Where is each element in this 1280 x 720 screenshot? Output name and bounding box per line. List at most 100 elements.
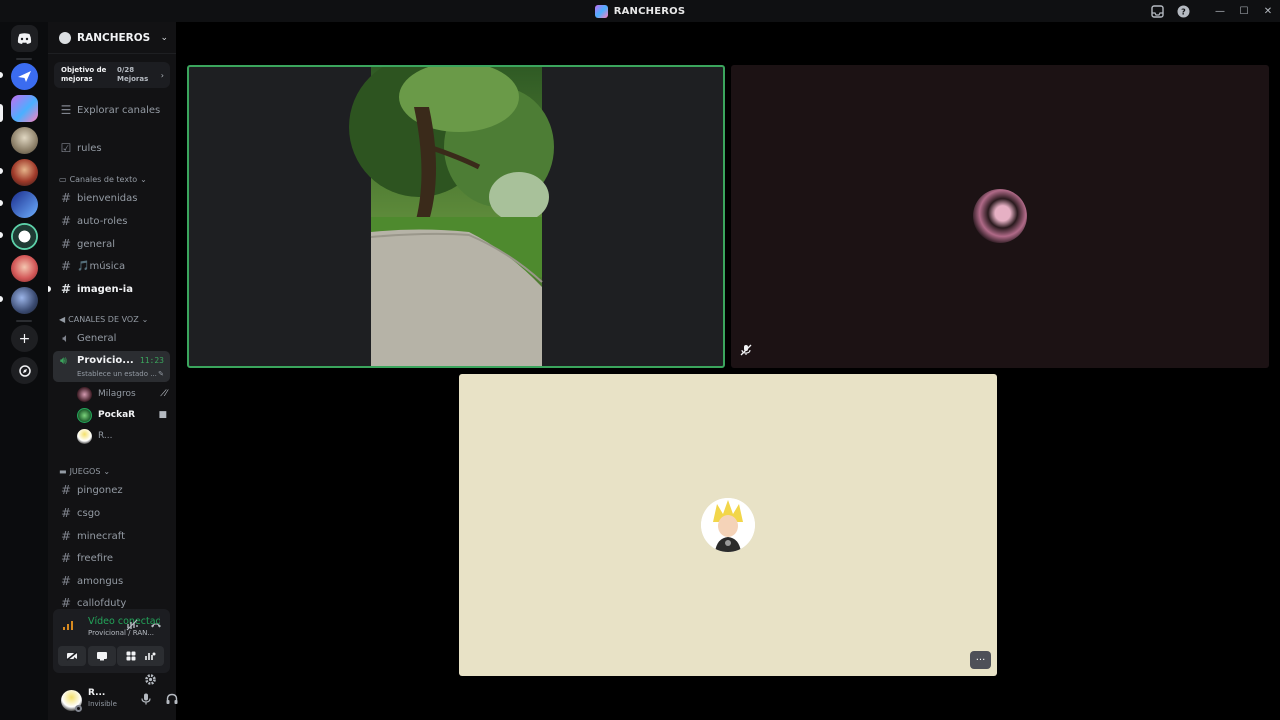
channel-name: callofduty (77, 597, 127, 609)
signal-icon[interactable] (63, 620, 73, 633)
hash-icon: # (60, 529, 72, 543)
voice-user-self[interactable]: R... (77, 426, 171, 446)
speaker-icon: ◀ (59, 315, 66, 324)
avatar (77, 407, 92, 423)
channel-name: freefire (77, 552, 114, 564)
channel-imagen-ia[interactable]: # imagen-ia (53, 279, 171, 299)
channel-freefire[interactable]: # freefire (53, 548, 171, 568)
video-tile-self[interactable]: ··· (459, 374, 997, 676)
hash-icon: # (60, 282, 72, 296)
add-server-icon[interactable]: + (11, 325, 38, 352)
window-title: RANCHEROS (594, 4, 686, 18)
voice-user-pockar[interactable]: PockaR ■ (77, 405, 171, 425)
user-name[interactable]: R... (88, 688, 105, 698)
close-icon[interactable]: ✕ (1256, 0, 1280, 22)
explore-channels[interactable]: ☰ Explorar canales (53, 100, 171, 120)
list-icon: ☰ (60, 103, 72, 117)
server-icon-folder[interactable] (11, 287, 38, 314)
unread-pip (0, 200, 3, 206)
hash-icon: # (60, 551, 72, 565)
voice-channel-active[interactable]: 🔊︎ Provicio... 11:23 Establece un estado… (53, 351, 170, 382)
channel-name: general (77, 238, 116, 250)
speaker-icon: 🔈︎ (62, 330, 70, 345)
channel-minecraft[interactable]: # minecraft (53, 526, 171, 546)
server-icon-blue[interactable] (11, 191, 38, 218)
inbox-icon[interactable] (1144, 0, 1170, 22)
server-icon-rancheros[interactable] (11, 95, 38, 122)
voice-user-name: PockaR (98, 410, 136, 420)
chevron-down-icon: ⌄ (141, 315, 149, 324)
hash-icon: # (60, 506, 72, 520)
voice-connected-subtitle[interactable]: Provicional / RAN... (88, 629, 154, 637)
unread-pip (0, 296, 3, 302)
channel-musica[interactable]: # 🎵música (53, 256, 171, 276)
channel-name: amongus (77, 575, 124, 587)
avatar (77, 428, 92, 444)
microphone-icon[interactable] (141, 693, 151, 708)
noise-suppression-icon[interactable] (126, 619, 138, 634)
server-icon-room[interactable] (11, 127, 38, 154)
channel-amongus[interactable]: # amongus (53, 571, 171, 591)
discover-icon[interactable] (11, 357, 38, 384)
discord-home-icon[interactable] (11, 25, 38, 52)
soundboard-button[interactable] (136, 646, 164, 666)
explore-channels-label: Explorar canales (77, 104, 161, 116)
channel-auto-roles[interactable]: # auto-roles (53, 211, 171, 231)
avatar (973, 189, 1027, 243)
channel-name: pingonez (77, 484, 123, 496)
video-tile-pockar[interactable] (187, 65, 725, 368)
svg-text:?: ? (1181, 7, 1186, 16)
user-status: Invisible (88, 700, 117, 708)
chevron-right-icon: › (160, 70, 164, 80)
settings-icon[interactable] (144, 671, 157, 690)
voice-user-milagros[interactable]: Milagros ⁄̸ (77, 384, 171, 404)
server-logo-icon (594, 4, 608, 18)
unread-pip (0, 232, 3, 238)
title-bar: RANCHEROS ? — ☐ ✕ (0, 0, 1280, 22)
voice-timer: 11:23 (139, 356, 164, 365)
voice-status[interactable]: Establece un estado ... (77, 370, 157, 378)
category-voice-channels[interactable]: ◀ CANALES DE VOZ ⌄ (59, 315, 148, 324)
category-label: JUEGOS (69, 467, 101, 476)
channel-rules[interactable]: ☑ rules (53, 138, 171, 158)
unread-pip (0, 72, 3, 78)
category-label: Canales de texto (69, 175, 138, 184)
server-icon-anime[interactable] (11, 159, 38, 186)
hash-icon: # (60, 191, 72, 205)
channel-name: rules (77, 142, 102, 154)
more-options-button[interactable]: ··· (970, 651, 991, 669)
camera-off-button[interactable] (58, 646, 86, 666)
guild-verified-icon (59, 31, 71, 44)
voice-channel-general[interactable]: 🔈︎ General (53, 328, 171, 348)
chat-icon: ▭ (59, 175, 67, 184)
server-icon-person[interactable] (11, 255, 38, 282)
server-icon-alien[interactable] (11, 223, 38, 250)
video-camera-icon: ■ (158, 410, 167, 420)
headphones-icon[interactable] (166, 693, 178, 708)
guild-header[interactable]: RANCHEROS ⌄ (48, 22, 176, 54)
category-text-channels[interactable]: ▭ Canales de texto ⌄ (59, 175, 147, 184)
category-juegos[interactable]: ▬ JUEGOS ⌄ (59, 467, 110, 476)
channel-general[interactable]: # general (53, 234, 171, 254)
pencil-icon[interactable]: ✎ (158, 370, 164, 378)
minimize-icon[interactable]: — (1208, 0, 1232, 22)
boost-count: 0/28 (117, 66, 135, 74)
screen-share-button[interactable] (88, 646, 116, 666)
anime-avatar-icon (701, 498, 755, 552)
disconnect-icon[interactable] (150, 619, 162, 634)
help-icon[interactable]: ? (1170, 0, 1196, 22)
boost-goal[interactable]: Objetivo de mejoras 0/28 Mejoras › (54, 62, 170, 88)
speaker-active-icon: 🔊︎ (60, 354, 67, 367)
voice-channel-name: Provicio... (77, 355, 134, 366)
channel-name: imagen-ia (77, 283, 133, 295)
chevron-down-icon: ⌄ (140, 175, 147, 184)
server-icon-plane[interactable] (11, 63, 38, 90)
channel-pingonez[interactable]: # pingonez (53, 480, 171, 500)
maximize-icon[interactable]: ☐ (1232, 0, 1256, 22)
unread-pip (0, 168, 3, 174)
window-title-text: RANCHEROS (613, 5, 686, 17)
channel-csgo[interactable]: # csgo (53, 503, 171, 523)
checkbox-icon: ☑ (60, 141, 72, 155)
video-tile-milagros[interactable] (731, 65, 1269, 368)
channel-bienvenidas[interactable]: # bienvenidas (53, 188, 171, 208)
